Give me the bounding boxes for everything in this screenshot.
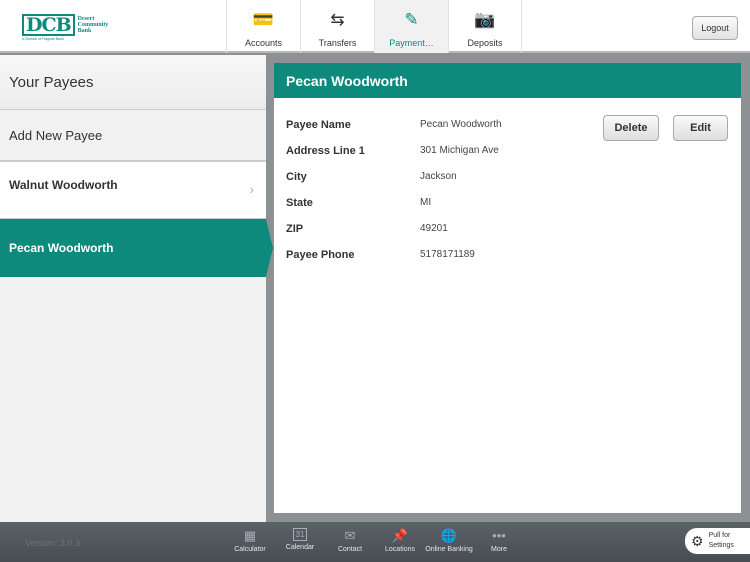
tab-deposits[interactable]: 📷 Deposits bbox=[448, 0, 522, 53]
calendar-icon: 31 bbox=[292, 528, 308, 541]
envelope-icon: ✉ bbox=[344, 528, 356, 543]
field-value: MI bbox=[420, 197, 432, 208]
toolbar-label: Locations bbox=[385, 546, 415, 553]
field-city: City Jackson bbox=[286, 171, 457, 183]
detail-title: Pecan Woodworth bbox=[274, 63, 741, 98]
field-zip: ZIP 49201 bbox=[286, 223, 448, 235]
field-label: Payee Phone bbox=[286, 249, 355, 261]
toolbar-label: Contact bbox=[337, 546, 363, 553]
logo-mark: DCB bbox=[22, 14, 75, 36]
field-payee-name: Payee Name Pecan Woodworth bbox=[286, 119, 502, 131]
main-tabs: 💳 Accounts ⇆ Transfers ✎ Payment… 📷 Deposits bbox=[226, 0, 522, 53]
logo-sub: A Division of Flagstar Bank bbox=[22, 37, 64, 41]
transfer-arrows-icon: ⇆ bbox=[330, 10, 345, 29]
edit-button[interactable]: Edit bbox=[673, 115, 728, 141]
tab-payments[interactable]: ✎ Payment… bbox=[374, 0, 448, 53]
field-value: 49201 bbox=[420, 223, 448, 234]
pull-line2: Settings bbox=[708, 542, 734, 549]
payee-item-pecan[interactable]: Pecan Woodworth bbox=[0, 219, 273, 277]
more-icon: ••• bbox=[492, 528, 506, 543]
field-label: City bbox=[286, 171, 307, 183]
field-label: Payee Name bbox=[286, 119, 351, 131]
add-new-payee-button[interactable]: Add New Payee bbox=[0, 110, 266, 162]
version-label: Version: 3.0.3 bbox=[25, 538, 81, 548]
field-label: State bbox=[286, 197, 313, 209]
tab-accounts[interactable]: 💳 Accounts bbox=[226, 0, 300, 53]
calculator-icon: ▦ bbox=[243, 528, 257, 543]
field-state: State MI bbox=[286, 197, 431, 209]
field-value: 5178171189 bbox=[420, 249, 475, 260]
tab-label: Accounts bbox=[244, 38, 283, 48]
payee-item-walnut[interactable]: Walnut Woodworth › bbox=[0, 162, 266, 219]
field-label: Address Line 1 bbox=[286, 145, 365, 157]
payee-label: Walnut Woodworth bbox=[9, 178, 118, 192]
pull-for-settings[interactable]: ⚙ Pull for Settings bbox=[685, 528, 750, 554]
sidebar-title: Your Payees bbox=[0, 55, 266, 110]
pin-icon: 📌 bbox=[391, 528, 409, 543]
payee-label: Pecan Woodworth bbox=[9, 241, 114, 255]
gear-icon: ⚙ bbox=[691, 532, 704, 549]
field-label: ZIP bbox=[286, 223, 304, 235]
more-button[interactable]: ••• More bbox=[474, 528, 524, 553]
credit-card-icon: 💳 bbox=[252, 10, 275, 29]
field-value: Jackson bbox=[420, 171, 457, 182]
payee-sidebar: Your Payees Add New Payee Walnut Woodwor… bbox=[0, 55, 273, 522]
tab-label: Transfers bbox=[318, 38, 357, 48]
contact-button[interactable]: ✉ Contact bbox=[325, 528, 375, 553]
tab-transfers[interactable]: ⇆ Transfers bbox=[300, 0, 374, 53]
field-value: Pecan Woodworth bbox=[420, 119, 502, 130]
online-banking-button[interactable]: 🌐 Online Banking bbox=[419, 528, 479, 553]
tab-label: Payment… bbox=[389, 38, 434, 48]
globe-icon: 🌐 bbox=[440, 528, 458, 543]
calendar-button[interactable]: 31 Calendar bbox=[275, 528, 325, 551]
logo-name: Desert Community Bank bbox=[77, 16, 109, 34]
header: DCB Desert Community Bank A Division of … bbox=[0, 0, 750, 53]
field-phone: Payee Phone 5178171189 bbox=[286, 249, 475, 261]
field-address: Address Line 1 301 Michigan Ave bbox=[286, 145, 499, 157]
toolbar-label: Online Banking bbox=[425, 546, 473, 553]
toolbar-label: Calendar bbox=[285, 544, 315, 551]
bottom-toolbar: Version: 3.0.3 ▦ Calculator 31 Calendar ✉ C… bbox=[0, 522, 750, 562]
check-pen-icon: ✎ bbox=[404, 10, 419, 29]
camera-icon: 📷 bbox=[474, 10, 496, 29]
toolbar-label: Calculator bbox=[234, 546, 266, 553]
locations-button[interactable]: 📌 Locations bbox=[375, 528, 425, 553]
logout-button[interactable]: Logout bbox=[692, 16, 738, 40]
bank-logo: DCB Desert Community Bank A Division of … bbox=[22, 14, 112, 41]
delete-button[interactable]: Delete bbox=[603, 115, 659, 141]
payee-detail-card: Pecan Woodworth Delete Edit Payee Name Pe… bbox=[274, 63, 741, 513]
calculator-button[interactable]: ▦ Calculator bbox=[225, 528, 275, 553]
field-value: 301 Michigan Ave bbox=[420, 145, 499, 156]
toolbar-label: More bbox=[491, 546, 507, 553]
chevron-right-icon: › bbox=[249, 182, 254, 197]
tab-label: Deposits bbox=[467, 38, 503, 48]
pull-line1: Pull for bbox=[708, 532, 731, 539]
